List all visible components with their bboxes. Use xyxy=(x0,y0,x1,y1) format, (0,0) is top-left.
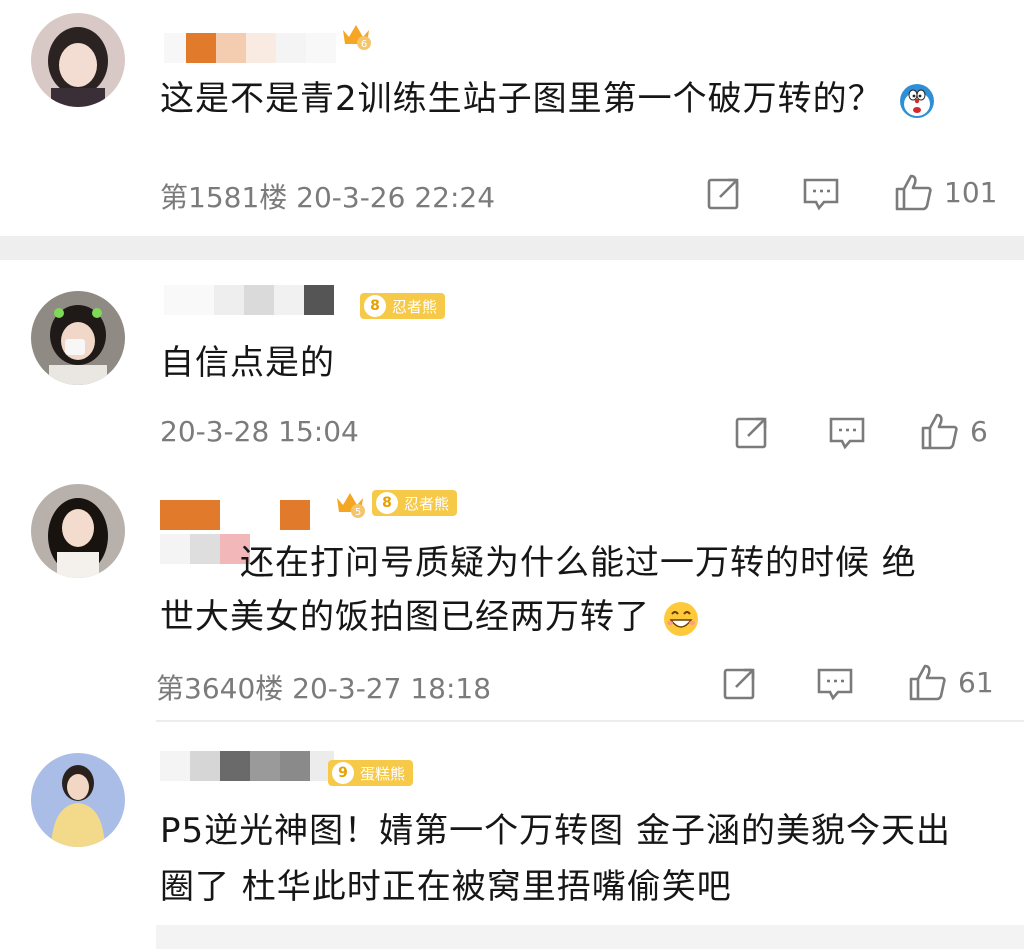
like-count: 61 xyxy=(958,665,994,699)
badge-label: 忍者熊 xyxy=(392,297,438,316)
comment-text-line1: 还在打问号质疑为什么能过一万转的时候 绝 xyxy=(240,543,917,583)
comment-icon xyxy=(817,668,853,701)
comment-icon xyxy=(803,178,839,211)
badge-label: 蛋糕熊 xyxy=(360,764,406,783)
share-button[interactable] xyxy=(722,665,758,701)
comment-text: 这是不是青2训练生站子图里第一个破万转的？ xyxy=(160,72,936,126)
share-icon xyxy=(707,178,739,210)
avatar[interactable] xyxy=(31,484,125,578)
comment-meta: 第3640楼 20-3-27 18:18 xyxy=(156,672,492,705)
crown-level: 5 xyxy=(355,507,361,518)
avatar[interactable] xyxy=(31,291,125,385)
doraemon-emoji-icon xyxy=(898,82,936,120)
fan-badge: 8 忍者熊 xyxy=(360,293,446,319)
like-button[interactable]: 61 xyxy=(908,662,994,702)
thumbs-up-icon xyxy=(921,413,958,450)
crown-level: 6 xyxy=(361,39,367,50)
grin-emoji-icon xyxy=(662,600,700,638)
comment-text-line2: 圈了 杜华此时正在被窝里捂嘴偷笑吧 xyxy=(160,867,732,907)
share-button[interactable] xyxy=(734,414,770,450)
comment-button[interactable] xyxy=(802,176,840,212)
avatar[interactable] xyxy=(31,753,125,847)
badge-level: 8 xyxy=(376,492,398,514)
comment-button[interactable] xyxy=(816,666,854,702)
vip-crown-icon: 5 xyxy=(334,488,366,518)
share-icon xyxy=(735,417,767,449)
comment-text-line1: P5逆光神图！婧第一个万转图 金子涵的美貌今天出 xyxy=(160,811,951,851)
divider xyxy=(156,720,1024,722)
badge-label: 忍者熊 xyxy=(404,494,450,513)
comment-meta: 第1581楼 20-3-26 22:24 xyxy=(160,181,496,214)
fan-badge: 9 蛋糕熊 xyxy=(328,760,414,786)
comment-meta: 20-3-28 15:04 xyxy=(160,415,359,448)
like-count: 101 xyxy=(944,175,998,209)
fan-badge: 8 忍者熊 xyxy=(372,490,458,516)
vip-crown-icon: 6 xyxy=(340,20,372,50)
comment-text: 自信点是的 xyxy=(160,343,335,383)
comment-icon xyxy=(829,417,865,450)
avatar[interactable] xyxy=(31,13,125,107)
username-blurred[interactable] xyxy=(164,33,336,63)
username-blurred[interactable] xyxy=(160,751,334,781)
like-count: 6 xyxy=(970,414,988,448)
like-button[interactable]: 101 xyxy=(894,172,997,212)
thumbs-up-icon xyxy=(909,664,946,701)
share-button[interactable] xyxy=(706,175,742,211)
section-separator xyxy=(0,236,1024,260)
badge-level: 9 xyxy=(332,762,354,784)
bottom-band xyxy=(156,925,1024,949)
username-blurred[interactable] xyxy=(164,285,334,315)
badge-level: 8 xyxy=(364,295,386,317)
share-icon xyxy=(723,668,755,700)
thumbs-up-icon xyxy=(895,174,932,211)
like-button[interactable]: 6 xyxy=(920,411,988,451)
comment-button[interactable] xyxy=(828,415,866,451)
comment-text-line2: 世大美女的饭拍图已经两万转了 xyxy=(160,590,700,644)
